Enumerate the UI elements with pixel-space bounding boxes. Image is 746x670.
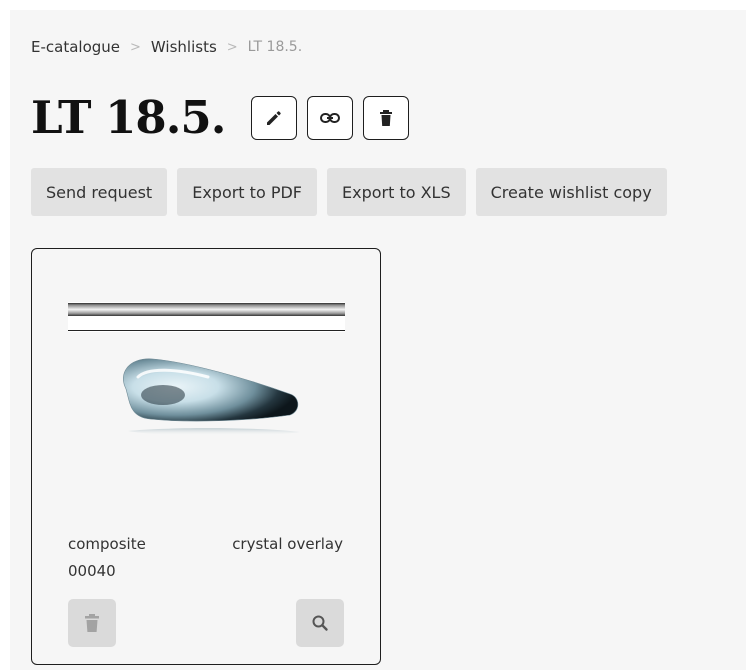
page-title: LT 18.5. [31,91,226,144]
search-icon [312,615,328,631]
title-row: LT 18.5. [31,88,410,148]
delete-wishlist-button[interactable] [363,96,410,140]
send-request-button[interactable]: Send request [31,168,168,216]
create-wishlist-copy-button[interactable]: Create wishlist copy [475,168,667,216]
remove-product-button[interactable] [68,599,116,647]
breadcrumb-link-wishlists[interactable]: Wishlists [151,38,217,56]
wishlist-page: E-catalogue > Wishlists > LT 18.5. LT 18… [10,10,746,670]
breadcrumb-separator: > [130,39,141,55]
export-xls-button[interactable]: Export to XLS [326,168,466,216]
copy-link-button[interactable] [307,96,354,140]
breadcrumb-separator: > [226,39,238,55]
link-icon [320,113,341,123]
export-pdf-button[interactable]: Export to PDF [177,168,317,216]
edit-wishlist-button[interactable] [251,96,298,140]
product-name: composite [68,535,146,553]
breadcrumb-current: LT 18.5. [247,39,303,55]
edit-icon [267,111,282,125]
action-bar: Send request Export to PDF Export to XLS… [31,168,677,216]
trash-icon [85,614,99,632]
product-card[interactable]: composite crystal overlay 00040 [31,248,381,665]
trash-icon [380,110,393,126]
product-code: 00040 [68,562,116,580]
product-image [68,302,345,436]
breadcrumb: E-catalogue > Wishlists > LT 18.5. [31,38,302,56]
product-finish: crystal overlay [232,535,343,553]
view-product-button[interactable] [296,599,344,647]
breadcrumb-link-ecatalogue[interactable]: E-catalogue [31,38,120,56]
